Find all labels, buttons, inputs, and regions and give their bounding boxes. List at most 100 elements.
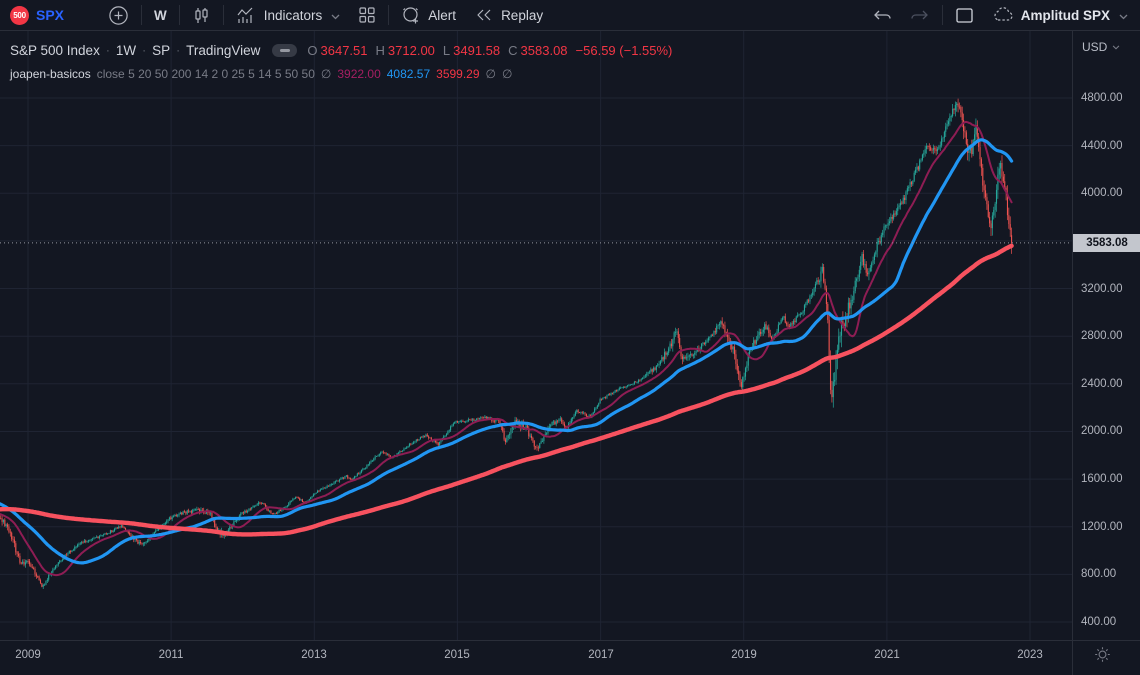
replay-button[interactable]: Replay bbox=[465, 0, 552, 30]
legend-interval[interactable]: 1W bbox=[116, 43, 136, 58]
price-tick-label: 4800.00 bbox=[1081, 91, 1123, 105]
open-value: 3647.51 bbox=[321, 43, 368, 58]
timeframe-label: W bbox=[154, 8, 167, 23]
indicator-legend-row: joapen-basicos close 5 20 50 200 14 2 0 … bbox=[10, 66, 672, 82]
tradingview-app: 500 SPX W bbox=[0, 0, 1140, 675]
legend-collapse-button[interactable] bbox=[272, 44, 297, 57]
legend-symbol-title[interactable]: S&P 500 Index bbox=[10, 43, 100, 58]
chart-pane[interactable]: S&P 500 Index · 1W · SP · TradingView O … bbox=[0, 31, 1072, 640]
last-price-badge: 3583.08 bbox=[1073, 234, 1140, 252]
year-tick-label: 2011 bbox=[159, 649, 184, 661]
price-tick-label: 2400.00 bbox=[1081, 377, 1123, 391]
toolbar-right-group: Amplitud SPX bbox=[863, 0, 1132, 30]
symbol-button[interactable]: 500 SPX bbox=[8, 0, 73, 30]
undo-button[interactable] bbox=[863, 0, 901, 30]
change-value: −56.59 (−1.55%) bbox=[576, 43, 673, 58]
price-tick-label: 1600.00 bbox=[1081, 472, 1123, 486]
ohlc-values: O 3647.51 H 3712.00 L 3491.58 C 3583.08 … bbox=[307, 43, 672, 58]
price-tick-label: 2000.00 bbox=[1081, 424, 1123, 438]
indicator-null-value: ∅ bbox=[486, 67, 496, 81]
time-axis[interactable]: 2009 2011 2013 2015 2017 2019 2021 2023 bbox=[0, 640, 1140, 675]
year-tick-label: 2017 bbox=[588, 649, 614, 661]
price-tick-label: 2800.00 bbox=[1081, 329, 1123, 343]
low-label: L bbox=[443, 43, 450, 58]
year-tick-label: 2023 bbox=[1017, 649, 1043, 661]
symbol-ticker: SPX bbox=[36, 7, 64, 23]
theme-sun-icon[interactable] bbox=[1092, 644, 1112, 664]
layout-name-label: Amplitud SPX bbox=[1021, 8, 1110, 23]
ma50-value: 4082.57 bbox=[387, 67, 430, 81]
open-label: O bbox=[307, 43, 317, 58]
toolbar-separator bbox=[179, 5, 180, 25]
redo-button[interactable] bbox=[901, 0, 939, 30]
chevron-down-icon bbox=[1119, 8, 1128, 23]
sp500-logo-badge: 500 bbox=[10, 6, 29, 25]
close-value: 3583.08 bbox=[521, 43, 568, 58]
year-tick-label: 2009 bbox=[15, 649, 41, 661]
indicator-params: close 5 20 50 200 14 2 0 25 5 14 5 50 50 bbox=[97, 67, 315, 81]
symbol-group: 500 SPX W bbox=[8, 0, 552, 30]
legend-source: TradingView bbox=[186, 43, 260, 58]
multichart-grid-icon bbox=[358, 6, 376, 24]
chevron-down-icon bbox=[331, 8, 340, 23]
legend-separator: · bbox=[176, 43, 180, 57]
currency-label: USD bbox=[1082, 40, 1107, 54]
symbol-legend-row: S&P 500 Index · 1W · SP · TradingView O … bbox=[10, 40, 672, 60]
candlestick-series bbox=[0, 99, 1012, 589]
legend-separator: · bbox=[142, 43, 146, 57]
toolbar-separator bbox=[388, 5, 389, 25]
toolbar-separator bbox=[141, 5, 142, 25]
cloud-layout-button[interactable]: Amplitud SPX bbox=[983, 0, 1132, 30]
minus-icon bbox=[280, 49, 290, 52]
grid-layout-button[interactable] bbox=[349, 0, 385, 30]
high-label: H bbox=[376, 43, 385, 58]
plus-circle-icon bbox=[108, 5, 129, 26]
replay-rewind-icon bbox=[474, 7, 494, 23]
close-label: C bbox=[508, 43, 517, 58]
year-tick-label: 2015 bbox=[444, 649, 470, 661]
indicator-name[interactable]: joapen-basicos bbox=[10, 67, 91, 81]
cloud-save-icon bbox=[992, 7, 1014, 23]
ma200-value: 3599.29 bbox=[436, 67, 479, 81]
indicators-label: Indicators bbox=[264, 8, 323, 23]
ma20-value: 3922.00 bbox=[337, 67, 380, 81]
grid-lines bbox=[0, 31, 1072, 640]
year-tick-label: 2021 bbox=[874, 649, 900, 661]
chart-legend: S&P 500 Index · 1W · SP · TradingView O … bbox=[10, 40, 672, 82]
alert-label: Alert bbox=[428, 8, 456, 23]
price-tick-label: 4000.00 bbox=[1081, 186, 1123, 200]
layout-select-button[interactable] bbox=[946, 0, 983, 30]
alert-clock-plus-icon bbox=[401, 5, 421, 25]
price-axis[interactable]: USD 4800.00 4400.00 4000.00 3200.00 2800.00 2… bbox=[1072, 31, 1140, 640]
axis-corner-separator bbox=[1072, 641, 1073, 675]
indicator-null-value: ∅ bbox=[502, 67, 512, 81]
currency-selector[interactable]: USD bbox=[1082, 40, 1120, 54]
candlestick-style-icon bbox=[192, 6, 211, 25]
chart-style-button[interactable] bbox=[183, 0, 220, 30]
year-tick-label: 2013 bbox=[301, 649, 327, 661]
toolbar-separator bbox=[223, 5, 224, 25]
redo-icon bbox=[910, 8, 930, 22]
legend-separator: · bbox=[106, 43, 110, 57]
toolbar-separator bbox=[942, 5, 943, 25]
alert-button[interactable]: Alert bbox=[392, 0, 465, 30]
chart-canvas[interactable] bbox=[0, 31, 1072, 640]
indicator-null-value: ∅ bbox=[321, 67, 331, 81]
chevron-down-icon bbox=[1112, 42, 1120, 52]
price-tick-label: 1200.00 bbox=[1081, 520, 1123, 534]
timeframe-button[interactable]: W bbox=[145, 0, 176, 30]
indicators-icon bbox=[236, 6, 257, 25]
undo-icon bbox=[872, 8, 892, 22]
price-tick-label: 4400.00 bbox=[1081, 139, 1123, 153]
legend-exchange[interactable]: SP bbox=[152, 43, 170, 58]
symbol-add-button[interactable] bbox=[99, 0, 138, 30]
price-tick-label: 800.00 bbox=[1081, 567, 1116, 581]
low-value: 3491.58 bbox=[453, 43, 500, 58]
year-tick-label: 2019 bbox=[731, 649, 757, 661]
ma200w-line bbox=[0, 246, 1012, 535]
price-tick-label: 3200.00 bbox=[1081, 282, 1123, 296]
price-tick-label: 400.00 bbox=[1081, 615, 1116, 629]
indicators-button[interactable]: Indicators bbox=[227, 0, 350, 30]
single-layout-icon bbox=[955, 7, 974, 24]
replay-label: Replay bbox=[501, 8, 543, 23]
